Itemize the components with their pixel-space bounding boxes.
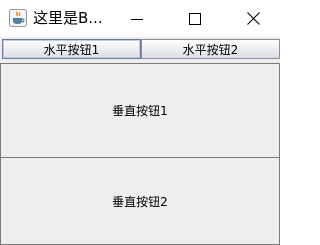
- close-icon: [246, 12, 260, 25]
- maximize-button[interactable]: [172, 0, 218, 37]
- title-bar[interactable]: 这里是B...: [0, 0, 280, 37]
- close-button[interactable]: [230, 0, 276, 37]
- vertical-button-1[interactable]: 垂直按钮1: [0, 63, 280, 158]
- minimize-icon: [131, 13, 143, 25]
- vertical-button-2[interactable]: 垂直按钮2: [0, 157, 280, 245]
- minimize-button[interactable]: [114, 0, 160, 37]
- app-window: 这里是B... 水平按钮1 水平按钮2 垂直按钮1 垂直按钮2: [0, 0, 280, 245]
- horizontal-button-2[interactable]: 水平按钮2: [141, 39, 280, 59]
- horizontal-button-1[interactable]: 水平按钮1: [2, 39, 141, 59]
- maximize-icon: [189, 12, 201, 25]
- window-title: 这里是B...: [33, 9, 103, 27]
- content-pane: 水平按钮1 水平按钮2 垂直按钮1 垂直按钮2: [0, 37, 280, 245]
- java-coffee-cup-icon: [9, 9, 27, 27]
